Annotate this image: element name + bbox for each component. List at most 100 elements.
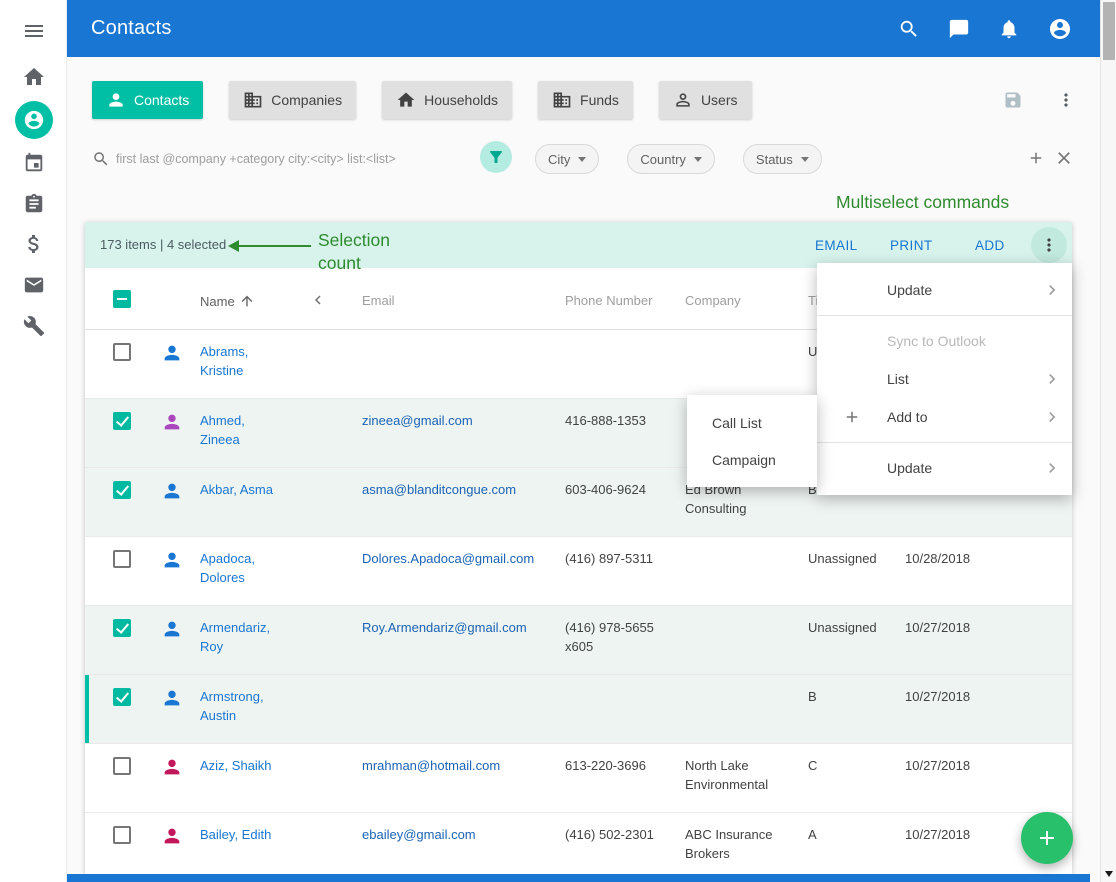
building-icon [243, 90, 263, 110]
contact-name-link[interactable]: Apadoca, Dolores [200, 549, 278, 587]
contact-name-link[interactable]: Aziz, Shaikh [200, 756, 278, 775]
menu-item-list[interactable]: List [817, 360, 1072, 398]
contact-avatar-icon [161, 480, 183, 502]
active-nav-circle [15, 101, 53, 139]
wrench-icon [23, 315, 45, 337]
chat-icon[interactable] [948, 18, 970, 40]
select-all-checkbox[interactable] [113, 290, 131, 308]
menu-divider [817, 442, 1072, 443]
menu-item-update-2[interactable]: Update [817, 449, 1072, 487]
sidebar-item-mail[interactable] [0, 264, 67, 306]
contact-avatar-icon [161, 411, 183, 433]
table-row[interactable]: Bailey, Edith ebailey@gmail.com (416) 50… [85, 813, 1072, 874]
home-icon [396, 90, 416, 110]
tab-label: Users [701, 92, 738, 108]
contact-name-link[interactable]: Akbar, Asma [200, 480, 278, 499]
column-header-company[interactable]: Company [685, 293, 741, 308]
sidebar-item-calendar[interactable] [0, 142, 67, 184]
contact-name-link[interactable]: Armendariz, Roy [200, 618, 278, 656]
notifications-icon[interactable] [998, 18, 1020, 40]
sidebar-item-money[interactable] [0, 223, 67, 265]
tab-households[interactable]: Households [382, 81, 512, 119]
collapse-columns-icon[interactable] [309, 291, 327, 309]
contact-email[interactable]: mrahman@hotmail.com [362, 756, 558, 775]
row-checkbox[interactable] [113, 757, 131, 775]
table-row[interactable]: Armendariz, Roy Roy.Armendariz@gmail.com… [85, 606, 1072, 675]
tab-contacts[interactable]: Contacts [92, 81, 203, 119]
vertical-scrollbar[interactable] [1100, 0, 1116, 882]
view-options-button[interactable] [1056, 90, 1076, 110]
search-icon[interactable] [898, 18, 920, 40]
contact-email[interactable]: zineea@gmail.com [362, 411, 558, 430]
add-filter-button[interactable] [1027, 149, 1045, 167]
filter-button[interactable] [480, 141, 512, 173]
menu-item-label: Update [887, 282, 932, 298]
row-checkbox[interactable] [113, 619, 131, 637]
hamburger-menu-button[interactable] [0, 10, 67, 52]
tab-companies[interactable]: Companies [229, 81, 356, 119]
email-button[interactable]: EMAIL [815, 238, 858, 253]
contact-phone: 416-888-1353 [565, 411, 677, 430]
sidebar-item-tasks[interactable] [0, 183, 67, 225]
table-row[interactable]: Apadoca, Dolores Dolores.Apadoca@gmail.c… [85, 537, 1072, 606]
add-button[interactable]: ADD [975, 238, 1005, 253]
multiselect-more-button[interactable] [1031, 227, 1067, 263]
sidebar-item-home[interactable] [0, 56, 67, 98]
annotation-arrow-line [239, 245, 311, 247]
contact-email[interactable]: Dolores.Apadoca@gmail.com [362, 549, 558, 568]
contact-company: ABC Insurance Brokers [685, 825, 779, 863]
clear-filters-button[interactable] [1054, 148, 1074, 168]
menu-item-update[interactable]: Update [817, 271, 1072, 309]
contact-name-link[interactable]: Abrams, Kristine [200, 342, 278, 380]
filter-chip-country[interactable]: Country [627, 144, 715, 174]
table-row[interactable]: Armstrong, Austin B 10/27/2018 [85, 675, 1072, 744]
contact-name-link[interactable]: Armstrong, Austin [200, 687, 278, 725]
contact-name-link[interactable]: Bailey, Edith [200, 825, 278, 844]
row-checkbox[interactable] [113, 688, 131, 706]
plus-icon [1027, 149, 1045, 167]
table-row[interactable]: Aziz, Shaikh mrahman@hotmail.com 613-220… [85, 744, 1072, 813]
column-header-email[interactable]: Email [362, 293, 395, 308]
print-button[interactable]: PRINT [890, 238, 933, 253]
contact-avatar-icon [161, 825, 183, 847]
contacts-icon [23, 109, 45, 131]
filter-chip-city[interactable]: City [535, 144, 599, 174]
contact-email[interactable]: asma@blanditcongue.com [362, 480, 558, 499]
save-view-button[interactable] [1003, 90, 1023, 110]
sidebar-item-contacts[interactable] [0, 99, 67, 141]
filter-chip-status[interactable]: Status [743, 144, 822, 174]
menu-item-add-to[interactable]: Add to [817, 398, 1072, 436]
contact-name-link[interactable]: Ahmed, Zineea [200, 411, 278, 449]
bank-icon [552, 90, 572, 110]
account-icon[interactable] [1048, 17, 1072, 41]
row-checkbox[interactable] [113, 826, 131, 844]
tab-funds[interactable]: Funds [538, 81, 633, 119]
chip-label: Country [640, 152, 686, 167]
row-checkbox[interactable] [113, 481, 131, 499]
contact-date: 10/27/2018 [905, 687, 1000, 706]
contact-phone: 613-220-3696 [565, 756, 677, 775]
tab-users[interactable]: Users [659, 81, 752, 119]
search-input[interactable] [116, 147, 464, 171]
contact-phone: (416) 978-5655 x605 [565, 618, 677, 656]
column-header-phone[interactable]: Phone Number [565, 293, 652, 308]
filter-chips: City Country Status [535, 144, 822, 174]
chevron-right-icon [1042, 458, 1062, 478]
contact-email[interactable]: ebailey@gmail.com [362, 825, 558, 844]
row-checkbox[interactable] [113, 550, 131, 568]
sidebar-item-tools[interactable] [0, 305, 67, 347]
submenu-item-call-list[interactable]: Call List [687, 404, 817, 441]
add-contact-fab[interactable] [1021, 812, 1073, 864]
row-checkbox[interactable] [113, 412, 131, 430]
contact-avatar-icon [161, 618, 183, 640]
row-checkbox[interactable] [113, 343, 131, 361]
chevron-right-icon [1042, 280, 1062, 300]
scrollbar-down-arrow[interactable] [1105, 871, 1113, 877]
contact-email[interactable]: Roy.Armendariz@gmail.com [362, 618, 558, 637]
submenu-item-campaign[interactable]: Campaign [687, 441, 817, 478]
menu-item-label: Add to [887, 409, 927, 425]
scrollbar-thumb[interactable] [1103, 2, 1115, 60]
chevron-down-icon [694, 157, 702, 162]
menu-item-sync-to-outlook[interactable]: Sync to Outlook [817, 322, 1072, 360]
column-header-name[interactable]: Name [200, 293, 255, 309]
